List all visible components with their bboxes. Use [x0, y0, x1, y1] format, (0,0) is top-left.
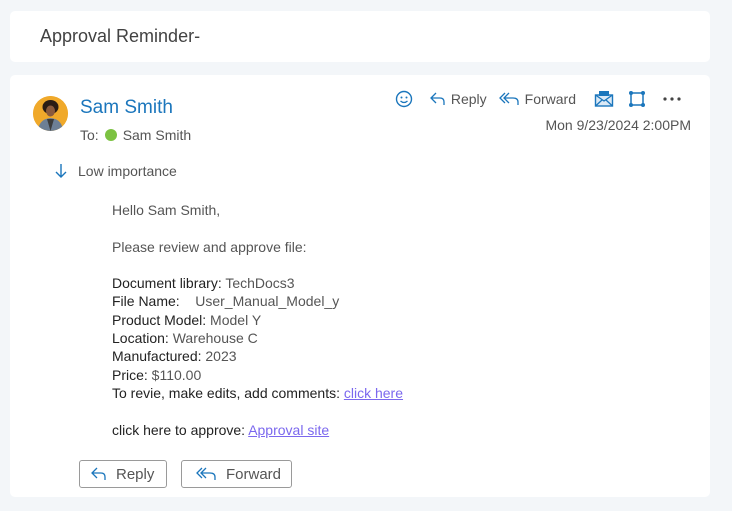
avatar-person-icon — [33, 96, 68, 131]
forward-icon — [196, 467, 216, 480]
field-price: Price: $110.00 — [112, 366, 202, 383]
reply-button[interactable]: Reply — [429, 91, 487, 107]
reply-label: Reply — [450, 91, 487, 107]
message-body: Hello Sam Smith, Please review and appro… — [112, 201, 403, 439]
reply-icon — [429, 92, 445, 105]
more-options-button[interactable] — [662, 96, 686, 102]
field-product-model: Product Model: Model Y — [112, 311, 262, 328]
review-line: To revie, make edits, add comments: clic… — [112, 384, 404, 401]
message-date: Mon 9/23/2024 2:00PM — [545, 117, 691, 133]
forward-icon — [498, 92, 519, 105]
frame-icon — [629, 91, 645, 107]
footer-reply-label: Reply — [116, 465, 155, 483]
smiley-icon — [395, 90, 413, 108]
presence-status-icon — [104, 129, 117, 141]
field-document-library: Document library: TechDocs3 — [112, 275, 295, 292]
message-toolbar: Reply Forward — [383, 90, 686, 108]
importance-label: Low importance — [78, 163, 177, 179]
forward-button[interactable]: Forward — [498, 91, 576, 107]
recipients-row: To: Sam Smith — [80, 127, 191, 143]
message-card: Sam Smith To: Sam Smith Low importance R… — [10, 75, 710, 497]
to-label: To: — [80, 127, 99, 143]
mark-unread-button[interactable] — [594, 90, 618, 108]
footer-reply-button[interactable]: Reply — [79, 460, 167, 488]
field-location: Location: Warehouse C — [112, 330, 258, 347]
email-subject: Approval Reminder- — [40, 26, 201, 46]
recipient-name[interactable]: Sam Smith — [123, 127, 191, 143]
footer-forward-label: Forward — [225, 465, 281, 483]
reply-icon — [91, 467, 106, 480]
subject-card: Approval Reminder- — [10, 11, 710, 62]
approval-site-link[interactable]: Approval site — [248, 422, 329, 438]
intro-text: Please review and approve file: — [112, 238, 307, 255]
importance-indicator: Low importance — [54, 163, 177, 179]
sender-name[interactable]: Sam Smith — [80, 97, 173, 119]
field-file-name: File Name: User_Manual_Model_y — [112, 293, 340, 310]
expand-button[interactable] — [628, 90, 650, 108]
greeting: Hello Sam Smith, — [112, 202, 221, 218]
approve-line: click here to approve: Approval site — [112, 421, 330, 438]
review-link[interactable]: click here — [344, 385, 403, 401]
footer-forward-button[interactable]: Forward — [181, 460, 292, 488]
arrow-down-icon — [55, 164, 67, 178]
field-manufactured: Manufactured: 2023 — [112, 348, 237, 365]
more-icon — [663, 97, 681, 101]
emoji-reaction-button[interactable] — [395, 90, 417, 108]
forward-label: Forward — [524, 91, 576, 107]
envelope-open-icon — [594, 91, 614, 107]
avatar[interactable] — [33, 96, 68, 131]
